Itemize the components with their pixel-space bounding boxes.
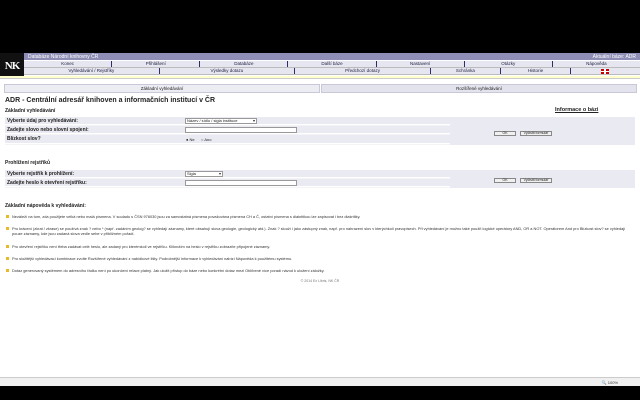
menu-historie[interactable]: Historie [499,68,570,74]
basic-search-heading: Základní vyhledávání [5,108,56,114]
menu-nastaveni[interactable]: Nastavení [375,61,464,67]
index-select[interactable]: Sigla [185,171,223,177]
menu-napoveda[interactable]: Nápověda [551,61,640,67]
browser-statusbar: 🔍 100% [0,377,640,386]
basic-search-form: Vyberte údaj pro vyhledávání: Název / sí… [5,117,635,145]
english-flag-icon [601,68,610,74]
site-header: NK Databáze Národní knihovny ČR Aktuální… [0,53,640,79]
index-clear-form-button[interactable]: Vyčistit formulář [520,178,552,183]
menu-prihlaseni[interactable]: Přihlášení [111,61,199,67]
radio-no[interactable]: ● Ne [186,137,195,142]
index-row: Vyberte rejstřík k prohlížení: Sigla [5,170,450,178]
help-heading: Základní nápověda k vyhledávání: [5,203,86,209]
field-label: Vyberte údaj pro vyhledávání: [7,118,78,124]
ok-button[interactable]: OK [494,131,516,136]
search-tabs: Základní vyhledávání Rozšířené vyhledává… [4,84,638,93]
field-select[interactable]: Název / sídlo / sigla instituce [185,118,257,124]
proximity-row: Blízkost slov? ● Ne ○ Ano [5,135,450,144]
screen-border [0,386,640,400]
tab-advanced-search[interactable]: Rozšířené vyhledávání [321,84,637,93]
bullet-icon [6,257,9,260]
browser-viewport: NK Databáze Národní knihovny ČR Aktuální… [0,53,640,386]
basic-search-buttons: OK Vyčistit formulář [450,117,635,145]
bullet-icon [6,245,9,248]
bullet-icon [6,269,9,272]
term-input[interactable] [185,180,297,186]
menu-vyhledavani[interactable]: Vyhledávání / Rejstříky [24,68,159,74]
menu-schranka[interactable]: Schránka [429,68,500,74]
copyright: © 2014 Ex Libris, NK ČR [300,279,340,283]
sub-menu: Vyhledávání / Rejstříky Výsledky dotazu … [24,68,640,75]
title-bar: Databáze Národní knihovny ČR Aktuální bá… [24,53,640,60]
page-title: ADR - Centrální adresář knihoven a infor… [5,97,216,104]
query-input[interactable] [185,127,297,133]
field-row: Vyberte údaj pro vyhledávání: Název / sí… [5,117,450,125]
language-switch[interactable] [569,68,640,74]
menu-konec[interactable]: Konec [24,61,111,67]
proximity-label: Blízkost slov? [7,136,41,142]
term-label: Zadejte heslo k otevření rejstříku: [7,180,87,186]
menu-predchozi[interactable]: Předchozí dotazy [294,68,430,74]
bullet-icon [6,227,9,230]
index-browse-form: Vyberte rejstřík k prohlížení: Sigla Zad… [5,170,635,188]
zoom-level[interactable]: 🔍 100% [602,380,618,385]
index-ok-button[interactable]: OK [494,178,516,183]
menu-dalsi-baze[interactable]: Další báze [287,61,375,67]
menu-databaze[interactable]: Databáze [199,61,287,67]
menu-otazky[interactable]: Otázky [463,61,552,67]
clear-form-button[interactable]: Vyčistit formulář [520,131,552,136]
menu-vysledky[interactable]: Výsledky dotazu [158,68,295,74]
database-info-link[interactable]: Informace o bázi [555,107,598,113]
index-label: Vyberte rejstřík k prohlížení: [7,171,75,177]
database-title: Databáze Národní knihovny ČR [28,53,99,60]
radio-yes[interactable]: ○ Ano [201,137,211,142]
index-browse-heading: Prohlížení rejstříků [5,160,51,166]
index-browse-buttons: OK Vyčistit formulář [450,170,635,188]
query-row: Zadejte slovo nebo slovní spojení: [5,126,450,134]
current-base: Aktuální báze: ADR [592,53,636,60]
query-label: Zadejte slovo nebo slovní spojení: [7,127,89,133]
term-row: Zadejte heslo k otevření rejstříku: [5,179,450,187]
bullet-icon [6,215,9,218]
main-menu: Konec Přihlášení Databáze Další báze Nas… [24,61,640,68]
tab-basic-search[interactable]: Základní vyhledávání [4,84,320,93]
info-bar [0,76,640,79]
